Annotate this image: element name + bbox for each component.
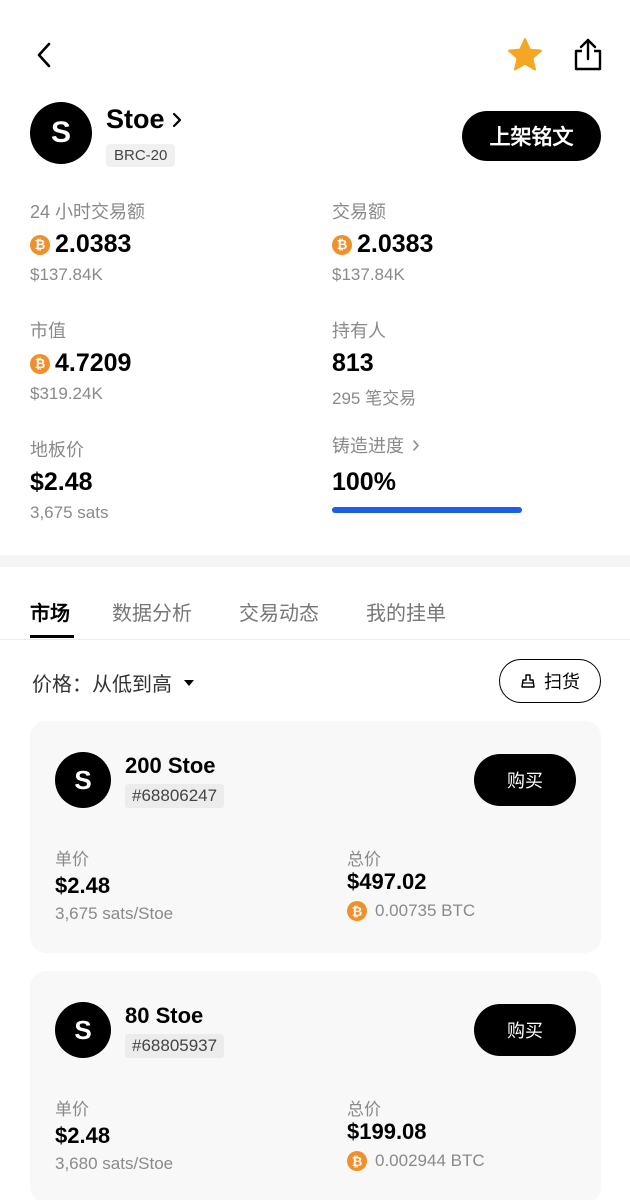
active-tab-indicator [30, 635, 74, 638]
mint-progress-fill [332, 507, 522, 513]
unit-price-label: 单价 [55, 1100, 89, 1119]
listing-title: 80 Stoe [125, 1003, 204, 1028]
unit-price: $2.48 [55, 1123, 111, 1148]
unit-price-sats: 3,675 sats/Stoe [55, 904, 174, 923]
listing-card: S 200 Stoe #68806247 购买 单价 $2.48 3,675 s… [30, 721, 601, 953]
favorite-star-icon[interactable] [505, 36, 545, 74]
tab-my-listings[interactable]: 我的挂单 [366, 597, 446, 626]
stat-market-cap: 市值 ₿ 4.7209 $319.24K [30, 317, 131, 404]
stat-usd: $137.84K [30, 265, 103, 284]
tab-activity[interactable]: 交易动态 [239, 597, 319, 626]
bitcoin-icon: ₿ [332, 234, 352, 255]
tab-analytics[interactable]: 数据分析 [112, 597, 192, 626]
stat-value-text: 4.7209 [55, 349, 132, 377]
bitcoin-icon: ₿ [30, 234, 50, 255]
unit-price-sats: 3,680 sats/Stoe [55, 1154, 174, 1173]
mint-progress-bar [332, 507, 522, 513]
total-btc-text: 0.00735 BTC [375, 901, 476, 920]
total-price-btc: ₿ 0.00735 BTC [347, 901, 475, 921]
bitcoin-icon: ₿ [347, 901, 367, 921]
stat-holders: 持有人 813 295 笔交易 [332, 317, 416, 409]
stat-label: 交易额 [332, 202, 386, 222]
inscription-id: #68806247 [125, 784, 225, 808]
stat-label: 地板价 [30, 440, 84, 460]
stat-value: 100% [332, 468, 396, 496]
stat-floor-price: 地板价 $2.48 3,675 sats [30, 436, 108, 523]
stat-sub: 295 笔交易 [332, 389, 417, 408]
stat-value: $2.48 [30, 468, 93, 496]
stat-value: ₿ 4.7209 [30, 349, 131, 378]
stat-volume-24h: 24 小时交易额 ₿ 2.0383 $137.84K [30, 198, 145, 285]
stat-value: ₿ 2.0383 [332, 230, 433, 259]
stat-label: 24 小时交易额 [30, 202, 146, 222]
bitcoin-icon: ₿ [30, 353, 50, 374]
stat-label: 铸造进度 [332, 436, 404, 456]
stat-label: 持有人 [332, 321, 386, 341]
total-price-label: 总价 [347, 850, 381, 869]
token-avatar: S [55, 752, 111, 808]
total-price-btc: ₿ 0.002944 BTC [347, 1151, 485, 1171]
inscription-id: #68805937 [125, 1034, 225, 1058]
total-btc-text: 0.002944 BTC [375, 1151, 485, 1170]
token-name: Stoe [106, 104, 165, 134]
sort-label: 价格：从低到高 [32, 674, 172, 696]
stat-value: 813 [332, 349, 374, 377]
broom-icon [521, 674, 535, 688]
token-name-link[interactable]: Stoe [106, 104, 183, 135]
back-icon[interactable] [30, 38, 62, 72]
stat-value-text: 2.0383 [357, 230, 434, 258]
stat-mint-progress: 铸造进度 100% [332, 432, 420, 497]
share-icon[interactable] [570, 36, 606, 74]
stat-usd: $319.24K [30, 384, 103, 403]
buy-button[interactable]: 购买 [474, 1004, 576, 1056]
mint-progress-link[interactable]: 铸造进度 [332, 432, 420, 458]
total-price-label: 总价 [347, 1100, 381, 1119]
bitcoin-icon: ₿ [347, 1151, 367, 1171]
stat-value-text: 2.0383 [55, 230, 132, 258]
sort-dropdown[interactable]: 价格：从低到高 [32, 668, 194, 697]
stat-label: 市值 [30, 321, 66, 341]
total-price: $199.08 [347, 1119, 427, 1144]
tab-bar: 市场 数据分析 交易动态 我的挂单 [0, 567, 630, 640]
tab-market[interactable]: 市场 [30, 597, 70, 626]
buy-button[interactable]: 购买 [474, 754, 576, 806]
total-price: $497.02 [347, 869, 427, 894]
stat-volume: 交易额 ₿ 2.0383 $137.84K [332, 198, 433, 285]
section-divider [0, 555, 630, 567]
listing-title: 200 Stoe [125, 753, 216, 778]
list-inscription-button[interactable]: 上架铭文 [462, 111, 601, 161]
stat-usd: $137.84K [332, 265, 405, 284]
unit-price: $2.48 [55, 873, 111, 898]
token-standard-badge: BRC-20 [106, 144, 176, 167]
token-header: S Stoe BRC-20 上架铭文 [30, 102, 601, 172]
token-avatar: S [30, 102, 92, 164]
stat-value: ₿ 2.0383 [30, 230, 145, 259]
top-bar [0, 0, 630, 100]
caret-down-icon [184, 679, 194, 686]
stat-sub: 3,675 sats [30, 503, 109, 522]
chevron-right-icon [413, 439, 419, 451]
sweep-button[interactable]: 扫货 [499, 659, 601, 703]
chevron-right-icon [172, 112, 181, 127]
unit-price-label: 单价 [55, 850, 89, 869]
listing-card: S 80 Stoe #68805937 购买 单价 $2.48 3,680 sa… [30, 971, 601, 1200]
sweep-label: 扫货 [544, 672, 580, 693]
token-avatar: S [55, 1002, 111, 1058]
